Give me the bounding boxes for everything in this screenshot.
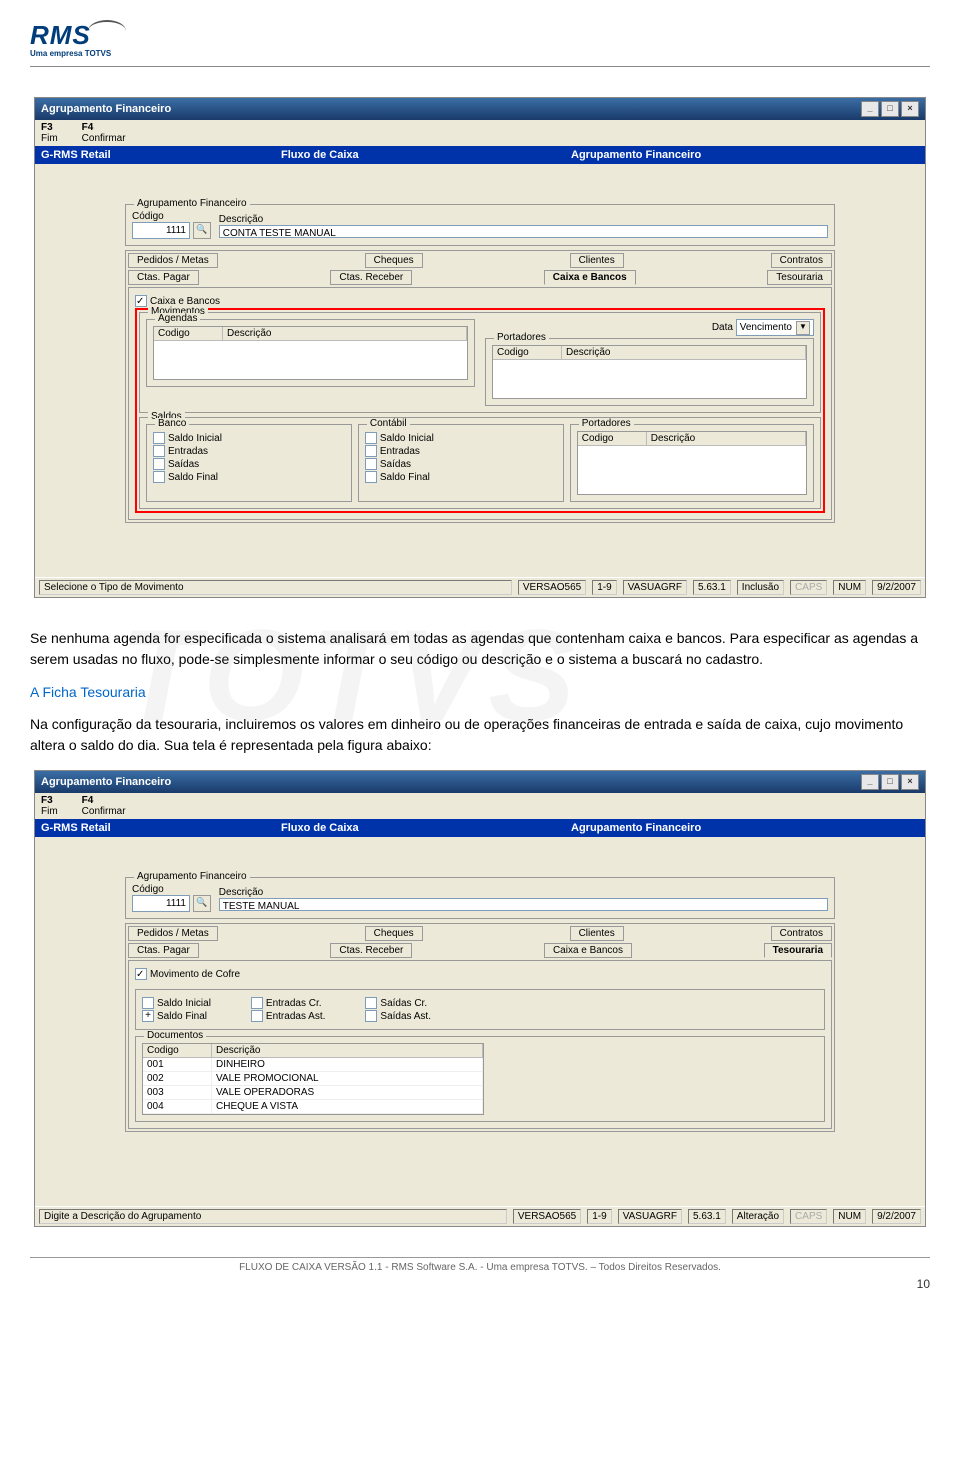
logo-tagline: Uma empresa TOTVS bbox=[30, 49, 930, 58]
table-row[interactable]: 002VALE PROMOCIONAL bbox=[143, 1072, 483, 1086]
tab-cheques[interactable]: Cheques bbox=[365, 253, 423, 268]
menu-f3[interactable]: F3 Fim bbox=[41, 122, 58, 144]
tab-tesouraria[interactable]: Tesouraria bbox=[764, 943, 832, 958]
agrupamento-fieldset: Agrupamento Financeiro Código 1111 🔍 Des… bbox=[125, 204, 835, 246]
saidas-ast-chk[interactable]: Saídas Ast. bbox=[365, 1010, 431, 1022]
logo: RMS Uma empresa TOTVS bbox=[30, 20, 930, 58]
descricao-input[interactable]: TESTE MANUAL bbox=[219, 898, 828, 911]
contabil-saldo-final[interactable]: Saldo Final bbox=[365, 471, 557, 483]
saldo-final-chk[interactable]: +Saldo Final bbox=[142, 1010, 211, 1022]
codigo-label: Código bbox=[132, 884, 211, 895]
banco-saldo-inicial[interactable]: Saldo Inicial bbox=[153, 432, 345, 444]
check-icon: ✓ bbox=[135, 968, 147, 980]
tabs-container: Pedidos / Metas Cheques Clientes Contrat… bbox=[125, 923, 835, 1132]
descricao-label: Descrição bbox=[219, 887, 828, 898]
tab-ctas-pagar[interactable]: Ctas. Pagar bbox=[128, 943, 199, 958]
tab-clientes[interactable]: Clientes bbox=[570, 253, 624, 268]
menu-f4[interactable]: F4 Confirmar bbox=[82, 795, 126, 817]
tab-caixa-bancos[interactable]: Caixa e Bancos bbox=[544, 270, 636, 285]
breadcrumb-bar: G-RMS Retail Fluxo de Caixa Agrupamento … bbox=[35, 146, 925, 164]
search-icon[interactable]: 🔍 bbox=[193, 895, 211, 912]
contabil-saidas[interactable]: Saídas bbox=[365, 458, 557, 470]
saidas-cr-chk[interactable]: Saídas Cr. bbox=[365, 997, 431, 1009]
agrupamento-fieldset: Agrupamento Financeiro Código 1111 🔍 Des… bbox=[125, 877, 835, 919]
codigo-input[interactable]: 1111 bbox=[132, 222, 190, 239]
entradas-cr-chk[interactable]: Entradas Cr. bbox=[251, 997, 325, 1009]
heading-tesouraria: A Ficha Tesouraria bbox=[30, 684, 930, 700]
tab-ctas-receber[interactable]: Ctas. Receber bbox=[330, 270, 412, 285]
table-row[interactable]: 001DINHEIRO bbox=[143, 1058, 483, 1072]
saldo-inicial-chk[interactable]: Saldo Inicial bbox=[142, 997, 211, 1009]
entradas-ast-chk[interactable]: Entradas Ast. bbox=[251, 1010, 325, 1022]
data-select[interactable]: Vencimento ▼ bbox=[736, 319, 814, 336]
portadores2-grid[interactable]: Codigo Descrição bbox=[577, 431, 807, 495]
maximize-button[interactable]: □ bbox=[881, 101, 899, 117]
tab-ctas-receber[interactable]: Ctas. Receber bbox=[330, 943, 412, 958]
minimize-button[interactable]: _ bbox=[861, 774, 879, 790]
window-titlebar: Agrupamento Financeiro _ □ × bbox=[35, 771, 925, 793]
breadcrumb-bar: G-RMS Retail Fluxo de Caixa Agrupamento … bbox=[35, 819, 925, 837]
window-buttons: _ □ × bbox=[861, 101, 919, 117]
check-icon: ✓ bbox=[135, 295, 147, 307]
page-footer: FLUXO DE CAIXA VERSÃO 1.1 - RMS Software… bbox=[30, 1257, 930, 1273]
divider bbox=[30, 66, 930, 67]
tab-contratos[interactable]: Contratos bbox=[771, 253, 832, 268]
tab-ctas-pagar[interactable]: Ctas. Pagar bbox=[128, 270, 199, 285]
tab-pedidos[interactable]: Pedidos / Metas bbox=[128, 926, 218, 941]
portadores-grid[interactable]: Codigo Descrição bbox=[492, 345, 807, 399]
window-titlebar: Agrupamento Financeiro _ □ × bbox=[35, 98, 925, 120]
maximize-button[interactable]: □ bbox=[881, 774, 899, 790]
caixa-bancos-checkbox[interactable]: ✓ Caixa e Bancos bbox=[135, 295, 825, 307]
banco-saidas[interactable]: Saídas bbox=[153, 458, 345, 470]
page-number: 10 bbox=[30, 1277, 930, 1291]
tab-caixa-bancos[interactable]: Caixa e Bancos bbox=[544, 943, 632, 958]
logo-swoosh-icon bbox=[88, 20, 126, 42]
window-title: Agrupamento Financeiro bbox=[41, 776, 171, 788]
descricao-label: Descrição bbox=[219, 214, 828, 225]
descricao-input[interactable]: CONTA TESTE MANUAL bbox=[219, 225, 828, 238]
menu-bar: F3 Fim F4 Confirmar bbox=[35, 120, 925, 146]
status-bar: Digite a Descrição do Agrupamento VERSAO… bbox=[35, 1206, 925, 1226]
banco-saldo-final[interactable]: Saldo Final bbox=[153, 471, 345, 483]
mov-cofre-checkbox[interactable]: ✓ Movimento de Cofre bbox=[135, 968, 825, 980]
codigo-input[interactable]: 1111 bbox=[132, 895, 190, 912]
chevron-down-icon: ▼ bbox=[796, 321, 810, 335]
minimize-button[interactable]: _ bbox=[861, 101, 879, 117]
logo-brand: RMS bbox=[30, 20, 91, 50]
status-bar: Selecione o Tipo de Movimento VERSAO565 … bbox=[35, 577, 925, 597]
tabs-container: Pedidos / Metas Cheques Clientes Contrat… bbox=[125, 250, 835, 523]
paragraph-1: Se nenhuma agenda for especificada o sis… bbox=[30, 628, 930, 670]
table-row[interactable]: 003VALE OPERADORAS bbox=[143, 1086, 483, 1100]
screenshot-1: Agrupamento Financeiro _ □ × F3 Fim F4 C… bbox=[34, 97, 926, 598]
contabil-saldo-inicial[interactable]: Saldo Inicial bbox=[365, 432, 557, 444]
data-label: Data bbox=[712, 322, 733, 333]
menu-f3[interactable]: F3 Fim bbox=[41, 795, 58, 817]
search-icon[interactable]: 🔍 bbox=[193, 222, 211, 239]
banco-entradas[interactable]: Entradas bbox=[153, 445, 345, 457]
close-button[interactable]: × bbox=[901, 774, 919, 790]
screenshot-2: Agrupamento Financeiro _ □ × F3 Fim F4 C… bbox=[34, 770, 926, 1227]
codigo-label: Código bbox=[132, 211, 211, 222]
tab-clientes[interactable]: Clientes bbox=[570, 926, 624, 941]
documentos-grid[interactable]: Codigo Descrição 001DINHEIRO002VALE PROM… bbox=[142, 1043, 484, 1115]
highlight-box: Movimentos Agendas Codigo Descrição bbox=[135, 308, 825, 513]
table-row[interactable]: 004CHEQUE A VISTA bbox=[143, 1100, 483, 1114]
contabil-entradas[interactable]: Entradas bbox=[365, 445, 557, 457]
tab-tesouraria[interactable]: Tesouraria bbox=[767, 270, 832, 285]
menu-bar: F3 Fim F4 Confirmar bbox=[35, 793, 925, 819]
tab-contratos[interactable]: Contratos bbox=[771, 926, 832, 941]
tab-pedidos[interactable]: Pedidos / Metas bbox=[128, 253, 218, 268]
window-title: Agrupamento Financeiro bbox=[41, 103, 171, 115]
window-buttons: _ □ × bbox=[861, 774, 919, 790]
agendas-grid[interactable]: Codigo Descrição bbox=[153, 326, 468, 380]
tab-cheques[interactable]: Cheques bbox=[365, 926, 423, 941]
menu-f4[interactable]: F4 Confirmar bbox=[82, 122, 126, 144]
close-button[interactable]: × bbox=[901, 101, 919, 117]
paragraph-2: Na configuração da tesouraria, incluirem… bbox=[30, 714, 930, 756]
